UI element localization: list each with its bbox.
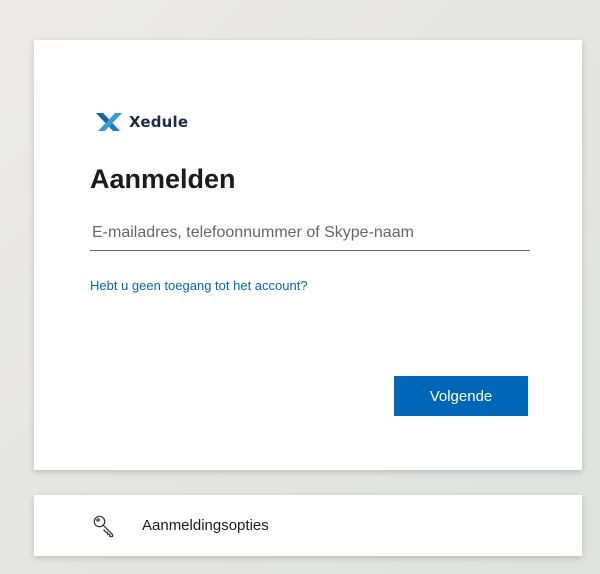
brand-logo: Xedule [94, 110, 188, 134]
key-icon [92, 514, 116, 538]
next-button[interactable]: Volgende [394, 376, 528, 416]
brand-name: Xedule [129, 113, 189, 131]
email-field[interactable] [90, 216, 530, 251]
signin-options-label: Aanmeldingsopties [142, 517, 269, 534]
page-title: Aanmelden [90, 164, 236, 194]
cannot-access-account-link[interactable]: Hebt u geen toegang tot het account? [90, 278, 308, 293]
signin-options-button[interactable]: Aanmeldingsopties [34, 495, 582, 556]
xedule-x-logo-icon [94, 110, 124, 134]
signin-card: Xedule Aanmelden Hebt u geen toegang tot… [34, 40, 582, 470]
